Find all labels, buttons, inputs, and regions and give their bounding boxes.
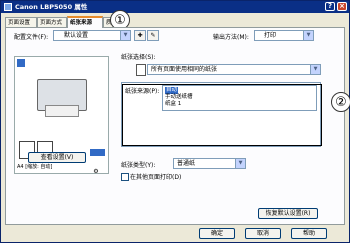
highlight-box [122, 84, 322, 146]
paper-selection-select[interactable]: 所有页面使用相同的纸张 ▼ [147, 64, 321, 75]
output-label: 输出方法(M): [213, 34, 249, 41]
chevron-down-icon: ▼ [120, 31, 130, 40]
title-bar: Canon LBP5050 属性 ? × [1, 1, 349, 13]
paper-type-value: 普通纸 [177, 160, 196, 167]
paper-type-select[interactable]: 普通纸 ▼ [173, 158, 246, 169]
paper-selection-label: 纸张选择(S): [121, 54, 156, 61]
tab-page-setup[interactable]: 页面设置 [5, 17, 37, 27]
edit-profile-icon[interactable]: ✎ [147, 30, 159, 41]
help-button[interactable]: 帮助 [291, 228, 327, 239]
callout-2: ② [331, 92, 350, 112]
paper-type-label: 纸张类型(Y): [121, 162, 156, 169]
chevron-down-icon: ▼ [303, 31, 313, 40]
paper-info: A4 [缩放: 自动] [17, 164, 53, 170]
help-title-button[interactable]: ? [325, 2, 335, 11]
chevron-down-icon: ▼ [235, 159, 245, 168]
preview-small-icon [17, 59, 25, 67]
ok-button[interactable]: 确定 [199, 228, 235, 239]
window-title: Canon LBP5050 属性 [15, 3, 88, 11]
paper-selection-icon [136, 64, 146, 76]
config-value: 默认设置 [64, 32, 89, 39]
config-label: 配置文件(F): [14, 34, 49, 41]
output-value: 打印 [264, 32, 277, 39]
tab-strip: 页面设置 页面方式 纸张来源 质量 [5, 16, 345, 28]
output-select[interactable]: 打印 ▼ [254, 30, 314, 41]
paper-selection-value: 所有页面使用相同的纸张 [151, 66, 218, 73]
print-other-side-label: 在其他页面打印(D) [130, 174, 182, 181]
close-icon[interactable]: × [337, 2, 347, 11]
printer-properties-window: Canon LBP5050 属性 ? × 页面设置 页面方式 纸张来源 质量 ①… [0, 0, 350, 243]
add-profile-icon[interactable]: ✚ [134, 30, 146, 41]
restore-defaults-button[interactable]: 恢复默认设置(R) [258, 208, 318, 219]
tab-finishing[interactable]: 页面方式 [37, 17, 67, 27]
tab-paper-source[interactable]: 纸张来源 [67, 16, 103, 28]
chevron-down-icon: ▼ [310, 65, 320, 74]
tab-panel: 配置文件(F): 默认设置 ▼ ✚ ✎ 输出方法(M): 打印 ▼ A4 [缩放… [5, 27, 345, 225]
printer-settings-icon[interactable]: ⚙ [90, 167, 102, 178]
print-other-side-checkbox[interactable] [121, 173, 129, 181]
cancel-button[interactable]: 取消 [245, 228, 281, 239]
view-settings-button[interactable]: 查看设置(V) [28, 152, 86, 163]
auto-badge [90, 149, 105, 156]
printer-app-icon [4, 3, 12, 11]
config-select[interactable]: 默认设置 ▼ [53, 30, 131, 41]
paper-tray-image [45, 105, 79, 117]
